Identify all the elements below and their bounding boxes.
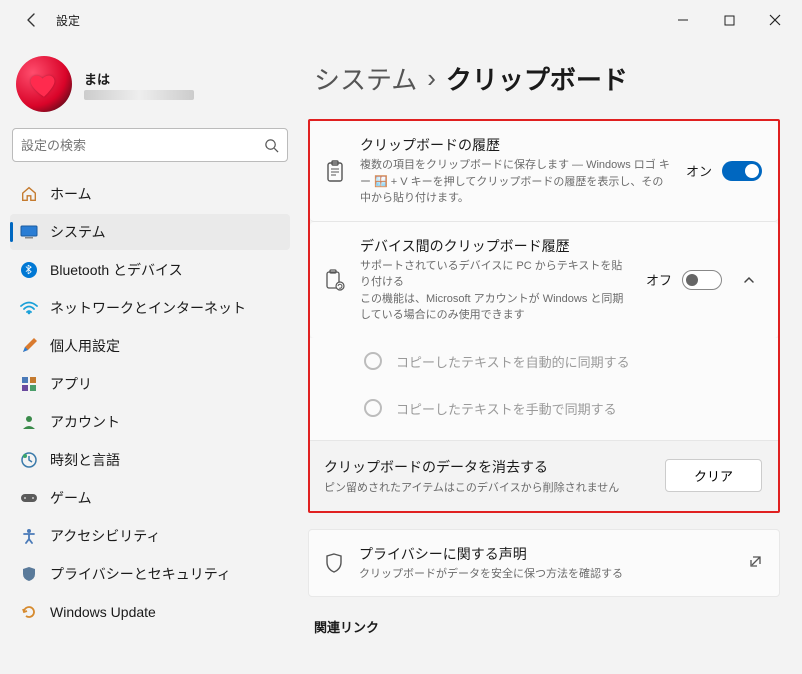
profile-name: まは — [84, 69, 194, 88]
maximize-icon — [724, 15, 735, 26]
sidebar-item-label: ホーム — [50, 184, 92, 204]
radio-label: コピーしたテキストを自動的に同期する — [396, 352, 630, 371]
radio-icon — [364, 399, 382, 417]
sidebar-item-label: アカウント — [50, 412, 120, 432]
privacy-shield-icon — [323, 553, 345, 573]
avatar — [16, 56, 72, 112]
highlighted-region: クリップボードの履歴 複数の項目をクリップボードに保存します — Windows… — [308, 119, 780, 513]
apps-icon — [20, 375, 38, 393]
sync-option-auto: コピーしたテキストを自動的に同期する — [310, 338, 778, 385]
clear-body: クリップボードのデータを消去する ピン留めされたアイテムはこのデバイスから削除さ… — [324, 457, 651, 495]
search-icon — [264, 138, 279, 153]
card-title: デバイス間のクリップボード履歴 — [360, 236, 632, 256]
titlebar: 設定 — [0, 0, 802, 40]
expand-button[interactable] — [736, 273, 762, 287]
sidebar-item-label: アクセシビリティ — [50, 526, 160, 546]
sidebar-item-label: 時刻と言語 — [50, 450, 120, 470]
home-icon — [20, 185, 38, 203]
sidebar-item-bluetooth[interactable]: Bluetooth とデバイス — [10, 252, 290, 288]
brush-icon — [20, 337, 38, 355]
sidebar: まは ホーム システム Bluetooth とデバイス ネット — [0, 40, 300, 674]
sidebar-item-label: 個人用設定 — [50, 336, 120, 356]
toggle-switch[interactable] — [722, 161, 762, 181]
sidebar-item-accessibility[interactable]: アクセシビリティ — [10, 518, 290, 554]
search-box[interactable] — [12, 128, 288, 162]
sidebar-item-home[interactable]: ホーム — [10, 176, 290, 212]
back-button[interactable] — [16, 4, 48, 36]
breadcrumb-separator: › — [427, 63, 436, 94]
account-icon — [20, 413, 38, 431]
card-body: プライバシーに関する声明 クリップボードがデータを安全に保つ方法を確認する — [359, 544, 734, 583]
window-title: 設定 — [56, 12, 80, 29]
toggle-clipboard-sync: オフ — [646, 270, 722, 290]
sidebar-item-privacy[interactable]: プライバシーとセキュリティ — [10, 556, 290, 592]
card-body: クリップボードの履歴 複数の項目をクリップボードに保存します — Windows… — [360, 135, 672, 207]
card-clipboard-sync: デバイス間のクリップボード履歴 サポートされているデバイスに PC からテキスト… — [310, 222, 778, 338]
toggle-state-label: オン — [686, 161, 712, 180]
bluetooth-icon — [20, 261, 38, 279]
profile-email — [84, 90, 194, 100]
card-clipboard-history: クリップボードの履歴 複数の項目をクリップボードに保存します — Windows… — [310, 121, 778, 222]
clock-icon — [20, 451, 38, 469]
clipboard-sync-icon — [324, 269, 346, 291]
sidebar-item-network[interactable]: ネットワークとインターネット — [10, 290, 290, 326]
sidebar-item-label: プライバシーとセキュリティ — [50, 564, 231, 584]
clipboard-icon — [324, 160, 346, 182]
close-button[interactable] — [752, 4, 798, 36]
external-link-icon — [748, 554, 763, 572]
clear-title: クリップボードのデータを消去する — [324, 457, 651, 477]
breadcrumb: システム › クリップボード — [308, 60, 780, 97]
accessibility-icon — [20, 527, 38, 545]
card-description: 複数の項目をクリップボードに保存します — Windows ロゴ キー 🪟 + … — [360, 157, 672, 207]
update-icon — [20, 603, 38, 621]
close-icon — [769, 14, 781, 26]
clear-description: ピン留めされたアイテムはこのデバイスから削除されません — [324, 479, 651, 495]
breadcrumb-parent[interactable]: システム — [314, 60, 417, 97]
wifi-icon — [20, 299, 38, 317]
gaming-icon — [20, 489, 38, 507]
related-links-heading: 関連リンク — [308, 617, 780, 636]
card-title: クリップボードの履歴 — [360, 135, 672, 155]
card-body: デバイス間のクリップボード履歴 サポートされているデバイスに PC からテキスト… — [360, 236, 632, 324]
sidebar-item-update[interactable]: Windows Update — [10, 594, 290, 630]
sidebar-item-apps[interactable]: アプリ — [10, 366, 290, 402]
toggle-clipboard-history: オン — [686, 161, 762, 181]
sidebar-item-label: Windows Update — [50, 604, 156, 620]
profile[interactable]: まは — [10, 48, 290, 128]
sidebar-item-accounts[interactable]: アカウント — [10, 404, 290, 440]
chevron-up-icon — [742, 273, 756, 287]
arrow-left-icon — [24, 12, 40, 28]
nav: ホーム システム Bluetooth とデバイス ネットワークとインターネット … — [10, 176, 290, 630]
sidebar-item-personalization[interactable]: 個人用設定 — [10, 328, 290, 364]
clear-clipboard-section: クリップボードのデータを消去する ピン留めされたアイテムはこのデバイスから削除さ… — [310, 441, 778, 501]
sidebar-item-label: アプリ — [50, 374, 92, 394]
card-description: クリップボードがデータを安全に保つ方法を確認する — [359, 566, 734, 583]
toggle-switch[interactable] — [682, 270, 722, 290]
sidebar-item-label: Bluetooth とデバイス — [50, 260, 183, 280]
card-title: プライバシーに関する声明 — [359, 544, 734, 564]
radio-icon — [364, 352, 382, 370]
system-icon — [20, 223, 38, 241]
sync-option-manual: コピーしたテキストを手動で同期する — [310, 385, 778, 441]
sidebar-item-label: ゲーム — [50, 488, 92, 508]
sidebar-item-label: システム — [50, 222, 106, 242]
minimize-button[interactable] — [660, 4, 706, 36]
sidebar-item-time[interactable]: 時刻と言語 — [10, 442, 290, 478]
maximize-button[interactable] — [706, 4, 752, 36]
window-controls — [660, 4, 798, 36]
sidebar-item-system[interactable]: システム — [10, 214, 290, 250]
breadcrumb-current: クリップボード — [446, 60, 628, 97]
sidebar-item-gaming[interactable]: ゲーム — [10, 480, 290, 516]
minimize-icon — [677, 14, 689, 26]
sidebar-item-label: ネットワークとインターネット — [50, 298, 246, 318]
profile-info: まは — [84, 69, 194, 100]
clear-button[interactable]: クリア — [665, 459, 762, 492]
search-input[interactable] — [21, 138, 264, 153]
card-privacy[interactable]: プライバシーに関する声明 クリップボードがデータを安全に保つ方法を確認する — [308, 529, 780, 598]
radio-label: コピーしたテキストを手動で同期する — [396, 399, 617, 418]
toggle-state-label: オフ — [646, 270, 672, 289]
card-description: サポートされているデバイスに PC からテキストを貼り付ける この機能は、Mic… — [360, 258, 632, 324]
main: システム › クリップボード クリップボードの履歴 複数の項目をクリップボードに… — [300, 40, 802, 674]
shield-icon — [20, 565, 38, 583]
